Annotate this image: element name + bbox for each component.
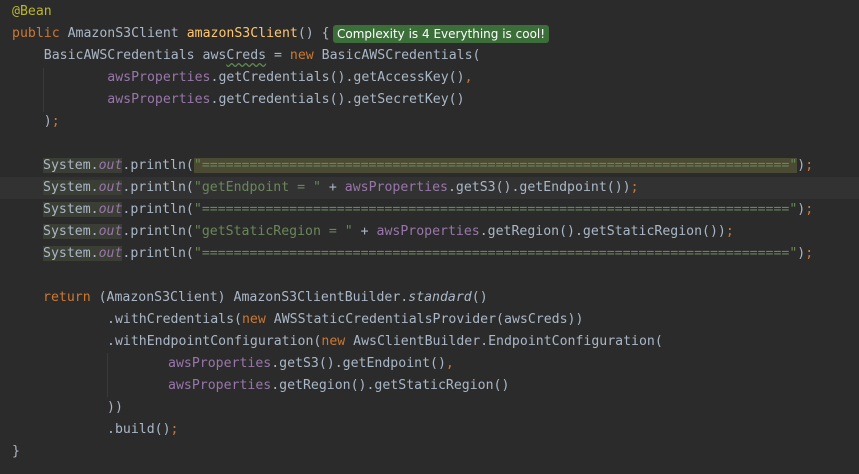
- static-field: out: [98, 246, 123, 261]
- static-method: standard: [408, 290, 472, 305]
- punctuation: ;: [805, 246, 814, 261]
- code-text: .build(): [107, 422, 171, 437]
- punctuation: ;: [725, 224, 734, 239]
- string-literal: "getEndpoint = ": [193, 180, 321, 195]
- code-text: .println(: [122, 158, 194, 173]
- code-text: ): [12, 114, 52, 129]
- keyword: new: [321, 334, 346, 349]
- punctuation: ;: [630, 180, 639, 195]
- class-ref: System.: [43, 202, 99, 217]
- punctuation: ;: [805, 158, 814, 173]
- typo-squiggle: Creds: [226, 48, 267, 63]
- code-text: () {: [297, 26, 330, 41]
- code-text: +: [352, 224, 377, 239]
- static-field: out: [98, 224, 123, 239]
- code-line: public AmazonS3Client amazonS3Client() {: [12, 23, 330, 45]
- code-line: .build();: [107, 419, 178, 441]
- class-ref: System.: [43, 246, 99, 261]
- code-text: .getS3().getEndpoint()): [447, 180, 631, 195]
- code-text: BasicAWSCredentials(: [313, 48, 481, 63]
- code-text: .println(: [122, 180, 194, 195]
- field: awsProperties: [168, 378, 272, 393]
- code-text: .getRegion().getStaticRegion()): [479, 224, 726, 239]
- punctuation: ,: [445, 356, 454, 371]
- field: awsProperties: [168, 356, 272, 371]
- class-ref: System.: [43, 224, 99, 239]
- code-line: return (AmazonS3Client) AmazonS3ClientBu…: [43, 287, 488, 309]
- code-line: @Bean: [12, 1, 52, 23]
- code-line: System.out.println("====================…: [43, 199, 813, 221]
- field: awsProperties: [107, 70, 211, 85]
- keyword: return: [43, 290, 91, 305]
- indent-guide: [107, 353, 108, 397]
- code-text: .println(: [122, 202, 194, 217]
- code-text: +: [320, 180, 345, 195]
- code-text: (): [471, 290, 488, 305]
- code-text: .withEndpointConfiguration(: [107, 334, 322, 349]
- code-text: AmazonS3Client: [59, 26, 187, 41]
- code-line: System.out.println("====================…: [43, 243, 813, 265]
- punctuation: ;: [51, 114, 60, 129]
- code-line: awsProperties.getCredentials().getSecret…: [12, 89, 465, 111]
- code-line: .withCredentials(new AWSStaticCredential…: [107, 309, 583, 331]
- code-line: awsProperties.getS3().getEndpoint(),: [168, 353, 454, 375]
- annotation: @Bean: [12, 4, 52, 19]
- field: awsProperties: [376, 224, 480, 239]
- string-literal: "=======================================…: [193, 158, 798, 173]
- complexity-badge: Complexity is 4 Everything is cool!: [333, 25, 550, 43]
- code-text: .getS3().getEndpoint(): [271, 356, 446, 371]
- punctuation: ;: [805, 202, 814, 217]
- field: awsProperties: [107, 92, 211, 107]
- punctuation: ,: [464, 70, 473, 85]
- code-editor[interactable]: @Bean public AmazonS3Client amazonS3Clie…: [0, 0, 859, 474]
- code-line: System.out.println("getEndpoint = " + aw…: [43, 177, 639, 199]
- code-line: BasicAWSCredentials awsCreds = new Basic…: [12, 45, 481, 67]
- keyword: new: [241, 312, 266, 327]
- code-line: awsProperties.getCredentials().getAccess…: [12, 67, 473, 89]
- punctuation: ;: [170, 422, 179, 437]
- code-text: BasicAWSCredentials aws: [12, 48, 227, 63]
- code-line: }: [12, 441, 20, 463]
- keyword: new: [289, 48, 314, 63]
- code-text: .getCredentials().getAccessKey(): [210, 70, 465, 85]
- static-field: out: [98, 158, 123, 173]
- static-field: out: [98, 202, 123, 217]
- code-text: .withCredentials(: [107, 312, 242, 327]
- code-line: );: [12, 111, 60, 133]
- code-text: AwsClientBuilder.EndpointConfiguration(: [345, 334, 663, 349]
- code-text: )): [107, 400, 123, 415]
- method-name: amazonS3Client: [186, 26, 298, 41]
- keyword: public: [12, 26, 60, 41]
- code-text: .println(: [122, 246, 194, 261]
- code-text: .println(: [122, 224, 194, 239]
- code-line: )): [107, 397, 123, 419]
- code-text: .getRegion().getStaticRegion(): [271, 378, 510, 393]
- static-field: out: [98, 180, 123, 195]
- string-literal: "=======================================…: [193, 202, 798, 217]
- code-line: .withEndpointConfiguration(new AwsClient…: [107, 331, 663, 353]
- class-ref: System.: [43, 158, 99, 173]
- code-text: =: [266, 48, 290, 63]
- code-line: awsProperties.getRegion().getStaticRegio…: [168, 375, 509, 397]
- code-text: (AmazonS3Client) AmazonS3ClientBuilder.: [90, 290, 409, 305]
- class-ref: System.: [43, 180, 99, 195]
- code-text: }: [12, 444, 20, 459]
- string-literal: "=======================================…: [193, 246, 798, 261]
- code-text: AWSStaticCredentialsProvider(awsCreds)): [265, 312, 584, 327]
- string-literal: "getStaticRegion = ": [193, 224, 353, 239]
- code-line: System.out.println("getStaticRegion = " …: [43, 221, 734, 243]
- code-text: .getCredentials().getSecretKey(): [210, 92, 465, 107]
- field: awsProperties: [344, 180, 448, 195]
- code-line: System.out.println("====================…: [43, 155, 813, 177]
